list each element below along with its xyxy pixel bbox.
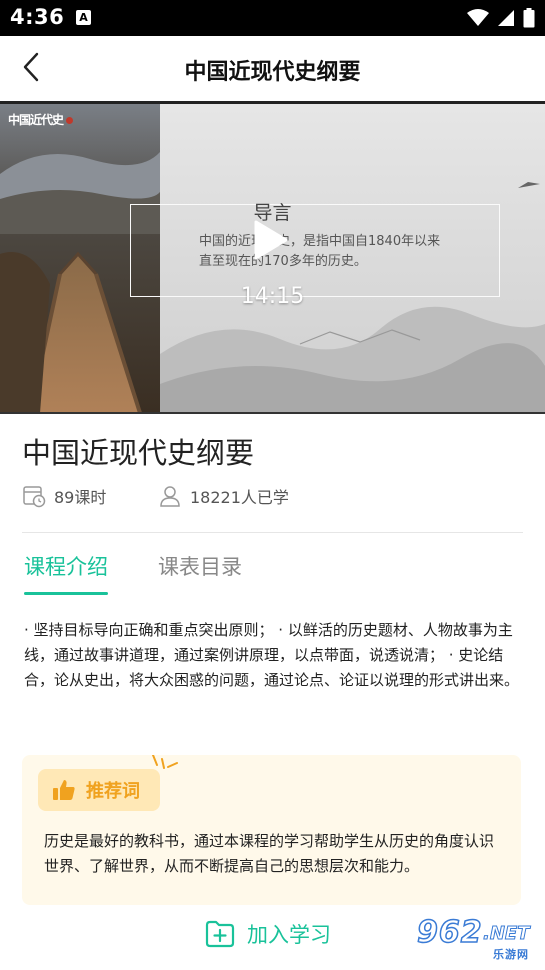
video-bottom-border [0,412,545,414]
course-description: · 坚持目标导向正确和重点突出原则； · 以鲜活的历史题材、人物故事为主线，通过… [24,621,520,689]
sparkle-icon [152,755,178,769]
recommend-text: 历史是最好的教科书，通过本课程的学习帮助学生从历史的角度认识世界、了解世界，从而… [44,832,495,875]
learner-count: 18221人已学 [158,484,289,508]
join-study-button[interactable]: 加入学习 [205,919,331,949]
add-folder-icon [205,920,235,948]
tab-course-catalog[interactable]: 课表目录 [158,551,242,581]
recommend-card: 推荐词 历史是最好的教科书，通过本课程的学习帮助学生从历史的角度认识世界、了解世… [22,755,521,905]
video-duration: 14:15 [240,284,305,309]
lesson-count-text: 89课时 [54,488,107,507]
learner-count-text: 18221人已学 [190,488,289,507]
watermark-cn-text: 乐游网 [493,948,529,961]
tab-course-intro[interactable]: 课程介绍 [24,551,108,581]
thumbs-up-icon [53,780,75,800]
info-divider [22,532,523,533]
seal-mark [66,117,74,124]
join-study-label: 加入学习 [247,923,331,947]
cellular-signal-icon [498,10,514,26]
video-player[interactable]: 中国近代史 导言 中国的近现代史，是指中国自1840年以来直至现在的170多年的… [0,104,545,413]
status-bar: 4:36 A [0,0,545,36]
status-time: 4:36 [10,5,65,29]
intro-text: 中国的近现代史，是指中国自1840年以来直至现在的170多年的历史。 [199,234,441,269]
calligraphy-text: 中国近代史 [8,113,64,127]
app-header: 中国近现代史纲要 [0,36,545,102]
schedule-clock-icon [23,486,46,508]
watermark-suffix: .NET [482,923,530,945]
battery-icon [523,8,535,28]
lesson-count: 89课时 [22,484,106,508]
bottom-bar: 加入学习 962 .NET 乐游网 [0,905,545,970]
wifi-icon [467,9,489,26]
calligraphy-logo: 中国近代史 [8,113,74,127]
site-watermark: 962 .NET 乐游网 [409,914,539,963]
recommend-badge: 推荐词 [38,769,160,811]
user-icon [160,486,180,507]
play-icon[interactable] [250,218,290,262]
watermark-number: 962 [416,914,483,951]
active-tab-indicator [24,592,108,595]
status-icons [467,8,535,28]
page-title: 中国近现代史纲要 [184,60,361,85]
recommend-badge-label: 推荐词 [86,781,140,802]
course-title: 中国近现代史纲要 [22,436,255,470]
notification-icon: A [76,10,91,25]
